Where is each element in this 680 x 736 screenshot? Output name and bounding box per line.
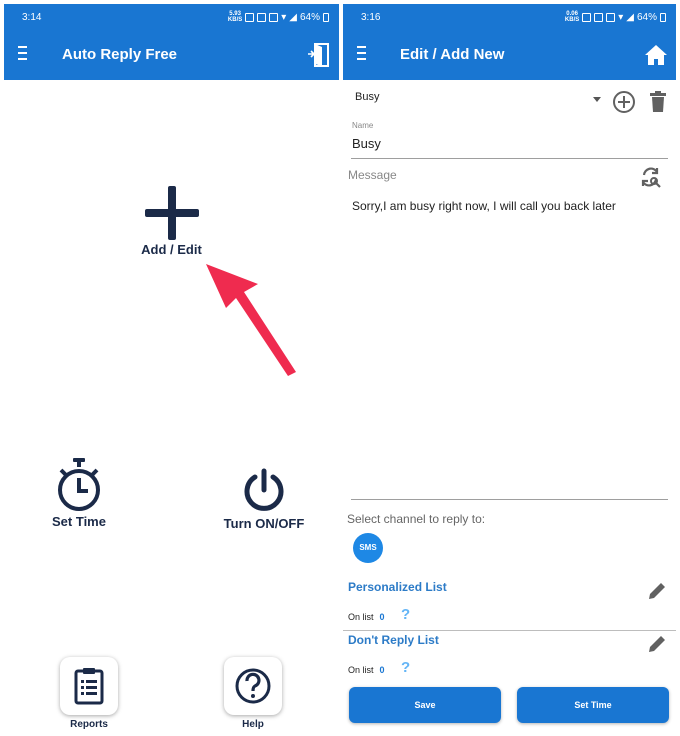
help-circle-icon [235, 668, 271, 704]
battery-percent: 64% [299, 11, 320, 23]
hd-icon [594, 12, 604, 22]
stopwatch-icon [58, 458, 100, 511]
help-button[interactable]: Help [223, 657, 283, 730]
battery-icon [660, 12, 666, 22]
screenshot-root: 3:14 5.93 KB/S ▾ ◢ 64% Auto Reply Free A… [0, 0, 680, 736]
vibrate-icon [269, 12, 279, 22]
personalized-on-list: On list 0 [348, 612, 385, 622]
power-icon [244, 468, 284, 511]
name-field-underline [351, 158, 668, 159]
battery-percent: 64% [636, 11, 657, 23]
set-time-label: Set Time [52, 514, 106, 529]
message-field-label: Message [348, 168, 397, 182]
refresh-search-icon[interactable] [640, 166, 662, 188]
battery-icon [323, 12, 329, 22]
add-circle-icon[interactable] [612, 90, 636, 114]
sms-channel-icon[interactable]: SMS [353, 533, 383, 563]
signal-icon: ◢ [289, 11, 297, 23]
message-field[interactable]: Sorry,I am busy right now, I will call y… [352, 199, 616, 213]
status-bar: 3:14 5.93 KB/S ▾ ◢ 64% [4, 4, 339, 30]
vibrate-icon [606, 12, 616, 22]
chevron-down-icon [593, 97, 601, 102]
personalized-list-title[interactable]: Personalized List [348, 580, 447, 594]
exit-door-icon[interactable] [307, 42, 331, 68]
menu-icon[interactable] [18, 46, 30, 64]
name-field-label: Name [352, 121, 374, 130]
nfc-icon [582, 12, 592, 22]
wifi-icon: ▾ [618, 11, 624, 23]
clipboard-icon [74, 668, 104, 705]
select-channel-label: Select channel to reply to: [347, 512, 486, 526]
help-tile [224, 657, 282, 715]
app-title: Edit / Add New [400, 46, 505, 63]
status-icons: 5.93 KB/S ▾ ◢ 64% [228, 11, 329, 23]
add-edit-button[interactable]: Add / Edit [124, 184, 219, 257]
status-bar: 3:16 0.06 KB/S ▾ ◢ 64% [343, 4, 676, 30]
help-label: Help [242, 719, 264, 730]
home-icon[interactable] [644, 42, 668, 68]
turn-on-off-button[interactable]: Turn ON/OFF [214, 468, 314, 531]
network-speed: 5.93 KB/S [228, 11, 242, 23]
status-icons: 0.06 KB/S ▾ ◢ 64% [565, 11, 666, 23]
preset-dropdown-value: Busy [355, 91, 380, 103]
list-divider [343, 630, 676, 631]
network-speed: 0.06 KB/S [565, 11, 579, 23]
red-arrow-annotation [206, 264, 296, 376]
pencil-icon[interactable] [646, 580, 668, 602]
hd-icon [257, 12, 267, 22]
message-field-underline [351, 499, 668, 500]
status-time: 3:16 [361, 12, 381, 23]
menu-icon[interactable] [357, 46, 369, 64]
set-time-button[interactable]: Set Time [44, 456, 114, 529]
phone-edit-screen: 3:16 0.06 KB/S ▾ ◢ 64% Edit / Add New Bus… [343, 4, 676, 734]
status-time: 3:14 [22, 12, 42, 23]
network-speed-unit: KB/S [227, 17, 243, 23]
app-bar: Auto Reply Free [4, 30, 339, 80]
wifi-icon: ▾ [281, 11, 287, 23]
phone-home-screen: 3:14 5.93 KB/S ▾ ◢ 64% Auto Reply Free A… [4, 4, 339, 734]
on-list-label: On list [348, 612, 374, 622]
question-icon[interactable]: ? [401, 606, 410, 623]
on-list-count: 0 [379, 665, 385, 675]
set-time-button[interactable]: Set Time [517, 687, 669, 723]
nfc-icon [245, 12, 255, 22]
save-button[interactable]: Save [349, 687, 501, 723]
app-bar: Edit / Add New [343, 30, 676, 80]
reports-tile [60, 657, 118, 715]
on-list-count: 0 [379, 612, 385, 622]
reports-label: Reports [70, 719, 108, 730]
reports-button[interactable]: Reports [59, 657, 119, 730]
signal-icon: ◢ [626, 11, 634, 23]
plus-icon [144, 186, 199, 240]
dont-reply-on-list: On list 0 [348, 665, 385, 675]
dont-reply-list-title[interactable]: Don't Reply List [348, 633, 439, 647]
preset-dropdown[interactable]: Busy [355, 91, 601, 111]
trash-icon[interactable] [647, 90, 669, 114]
turn-on-off-label: Turn ON/OFF [223, 516, 305, 531]
pencil-icon[interactable] [646, 633, 668, 655]
question-icon[interactable]: ? [401, 659, 410, 676]
add-edit-label: Add / Edit [141, 242, 202, 257]
on-list-label: On list [348, 665, 374, 675]
network-speed-unit: KB/S [564, 17, 580, 23]
app-title: Auto Reply Free [62, 46, 178, 63]
name-field[interactable]: Busy [352, 136, 381, 151]
